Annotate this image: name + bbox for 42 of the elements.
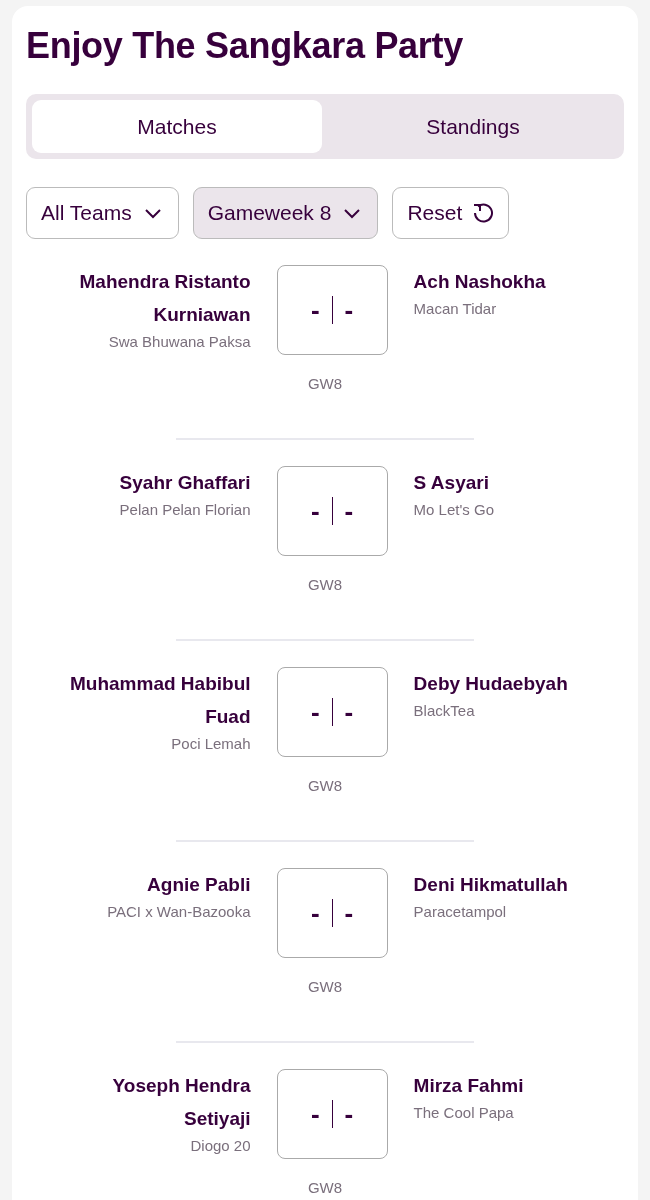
home-score: - bbox=[310, 1098, 320, 1130]
team-name: The Cool Papa bbox=[413, 1103, 515, 1123]
filter-dropdown[interactable]: Gameweek 8 bbox=[192, 187, 379, 239]
gameweek-label: GW8 bbox=[307, 576, 343, 593]
player-name: Syahr Ghaffari bbox=[119, 471, 251, 495]
home-score: - bbox=[310, 696, 320, 728]
team-name: PACI x Wan-Bazooka bbox=[107, 902, 251, 922]
team-name: Diogo 20 bbox=[190, 1136, 251, 1156]
player-name: Agnie Pabli bbox=[147, 873, 251, 897]
team-name: BlackTea bbox=[413, 701, 476, 721]
player-name: Deby Hudaebyah bbox=[413, 672, 569, 696]
team-name: Paracetampol bbox=[413, 902, 508, 922]
gameweek-label: GW8 bbox=[307, 375, 343, 392]
away-score: - bbox=[344, 495, 354, 527]
reset-button[interactable]: Reset bbox=[392, 187, 510, 239]
gameweek-label: GW8 bbox=[307, 777, 343, 794]
away-score: - bbox=[344, 294, 354, 326]
away-score: - bbox=[344, 1098, 354, 1130]
player-name: Muhammad Habibul Fuad bbox=[69, 672, 251, 729]
away-score: - bbox=[344, 696, 354, 728]
team-name: Poci Lemah bbox=[171, 734, 251, 754]
away-score: - bbox=[344, 897, 354, 929]
page-title: Enjoy The Sangkara Party bbox=[26, 24, 464, 68]
home-score: - bbox=[310, 897, 320, 929]
player-name: Ach Nashokha bbox=[413, 270, 547, 294]
gameweek-label: GW8 bbox=[307, 978, 343, 995]
gameweek-label: GW8 bbox=[307, 1179, 343, 1196]
player-name: Deni Hikmatullah bbox=[413, 873, 569, 897]
player-name: S Asyari bbox=[413, 471, 490, 495]
team-name: Swa Bhuwana Paksa bbox=[108, 332, 251, 352]
tab[interactable]: Standings bbox=[328, 100, 618, 153]
player-name: Mahendra Ristanto Kurniawan bbox=[78, 270, 251, 327]
team-name: Pelan Pelan Florian bbox=[119, 500, 251, 520]
team-name: Macan Tidar bbox=[413, 299, 498, 319]
filter-dropdown[interactable]: All Teams bbox=[26, 187, 179, 239]
player-name: Mirza Fahmi bbox=[413, 1074, 525, 1098]
reset-icon bbox=[472, 202, 495, 224]
player-name: Yoseph Hendra Setiyaji bbox=[111, 1074, 251, 1131]
team-name: Mo Let's Go bbox=[413, 500, 495, 520]
home-score: - bbox=[310, 294, 320, 326]
home-score: - bbox=[310, 495, 320, 527]
tab[interactable]: Matches bbox=[32, 100, 322, 153]
